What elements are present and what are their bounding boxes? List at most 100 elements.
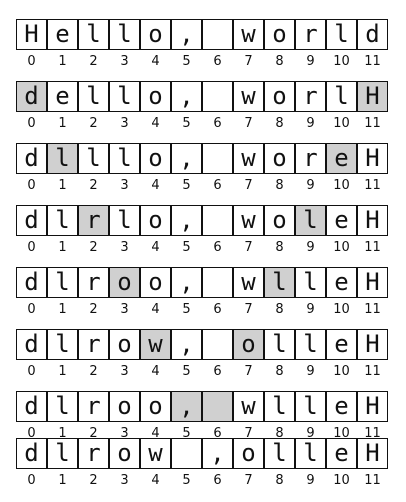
index-label: 9 (306, 364, 315, 379)
array-cell: w (233, 205, 264, 236)
array-cell: w (140, 329, 171, 360)
index-label: 6 (213, 54, 222, 69)
index-label: 0 (27, 116, 36, 131)
index-label: 0 (27, 240, 36, 255)
array-cell: H (357, 438, 388, 469)
array-cell: r (295, 81, 326, 112)
array-cell: d (16, 391, 47, 422)
index-label: 4 (151, 302, 160, 317)
array-cell: w (233, 81, 264, 112)
array-cell: l (295, 329, 326, 360)
index-label: 5 (182, 116, 191, 131)
index-label: 3 (120, 473, 129, 488)
array-cell: o (140, 143, 171, 174)
index-label: 1 (58, 473, 67, 488)
index-label: 8 (275, 473, 284, 488)
index-label: 10 (333, 116, 350, 131)
array-row-5: d0l1r2o3w4,5 6 o 7 l 8 l 9 e 10 H 11 (16, 329, 388, 391)
index-label: 9 (306, 178, 315, 193)
array-cell: , (171, 391, 202, 422)
array-cell: d (16, 205, 47, 236)
array-row-7: d0l1r2o3w4 5, 6 o 7 l 8 l 9 e 10 H 11 (16, 438, 388, 500)
index-label: 11 (364, 240, 381, 255)
index-label: 10 (333, 473, 350, 488)
array-cell: d (16, 267, 47, 298)
array-cell: l (295, 391, 326, 422)
index-label: 4 (151, 178, 160, 193)
index-label: 9 (306, 54, 315, 69)
array-cell: d (16, 143, 47, 174)
index-label: 3 (120, 302, 129, 317)
array-cell: H (357, 143, 388, 174)
index-label: 9 (306, 116, 315, 131)
array-cell: e (47, 19, 78, 50)
array-cell: d (16, 438, 47, 469)
index-label: 5 (182, 178, 191, 193)
array-cell: l (326, 81, 357, 112)
index-label: 0 (27, 473, 36, 488)
array-cell: e (326, 329, 357, 360)
array-cell: r (78, 267, 109, 298)
index-label: 4 (151, 364, 160, 379)
index-label: 8 (275, 364, 284, 379)
array-cell: o (233, 438, 264, 469)
index-label: 4 (151, 240, 160, 255)
array-cell: o (109, 391, 140, 422)
array-cell: w (233, 267, 264, 298)
array-row-0: H0e1l2l3o4,5 6 w 7 o 8 r 9 l 10 d 11 (16, 19, 388, 81)
index-label: 2 (89, 178, 98, 193)
index-label: 1 (58, 364, 67, 379)
array-cell: , (171, 205, 202, 236)
array-cell: l (109, 81, 140, 112)
array-cell: d (357, 19, 388, 50)
array-cell: o (140, 391, 171, 422)
index-label: 11 (364, 178, 381, 193)
array-cell: o (264, 81, 295, 112)
index-label: 7 (244, 240, 253, 255)
index-label: 6 (213, 473, 222, 488)
array-cell: r (295, 19, 326, 50)
index-label: 6 (213, 364, 222, 379)
array-cell: l (47, 205, 78, 236)
array-cell: l (47, 438, 78, 469)
array-cell: l (295, 267, 326, 298)
array-cell: r (78, 329, 109, 360)
index-label: 2 (89, 302, 98, 317)
index-label: 8 (275, 54, 284, 69)
array-row-4: d0l1r2o3o4,5 6 w 7 l 8 l 9 e 10 H 11 (16, 267, 388, 329)
index-label: 5 (182, 54, 191, 69)
array-cell (202, 81, 233, 112)
index-label: 10 (333, 240, 350, 255)
array-cell: w (233, 19, 264, 50)
index-label: 4 (151, 54, 160, 69)
array-cell: l (109, 19, 140, 50)
index-label: 9 (306, 302, 315, 317)
index-label: 2 (89, 473, 98, 488)
array-cell (202, 329, 233, 360)
index-label: 5 (182, 302, 191, 317)
array-cell: H (357, 329, 388, 360)
index-label: 3 (120, 240, 129, 255)
index-label: 2 (89, 54, 98, 69)
index-label: 11 (364, 364, 381, 379)
array-cell: w (233, 143, 264, 174)
index-label: 8 (275, 302, 284, 317)
array-cell: d (16, 81, 47, 112)
array-cell: H (16, 19, 47, 50)
array-cell: , (171, 329, 202, 360)
index-label: 3 (120, 116, 129, 131)
array-cell: r (295, 143, 326, 174)
array-cell: l (47, 329, 78, 360)
array-cell: w (233, 391, 264, 422)
array-cell: r (78, 438, 109, 469)
index-label: 8 (275, 240, 284, 255)
index-label: 7 (244, 302, 253, 317)
array-cell: l (264, 329, 295, 360)
array-cell: , (171, 81, 202, 112)
index-label: 1 (58, 54, 67, 69)
array-cell: r (78, 205, 109, 236)
array-cell: H (357, 267, 388, 298)
array-cell: , (171, 19, 202, 50)
array-cell: e (326, 143, 357, 174)
array-cell: o (233, 329, 264, 360)
